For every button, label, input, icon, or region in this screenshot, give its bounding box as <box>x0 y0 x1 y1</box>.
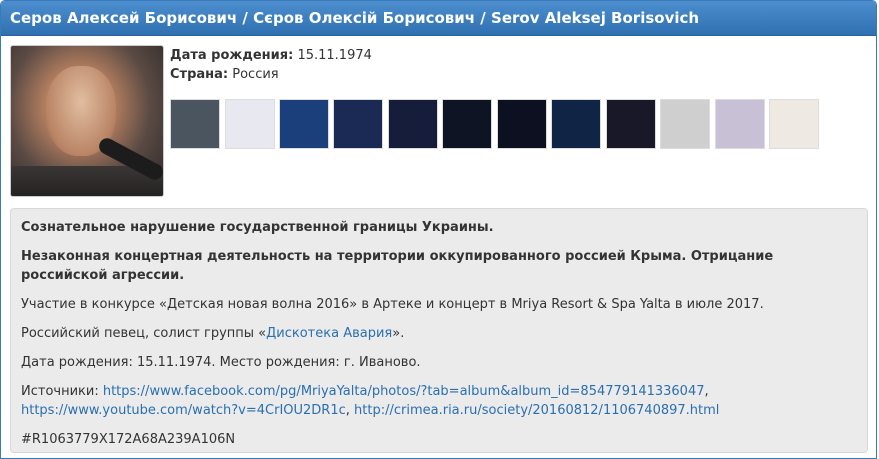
details-panel: Сознательное нарушение государственной г… <box>10 208 868 453</box>
sources-paragraph: Источники: https://www.facebook.com/pg/M… <box>21 382 858 420</box>
profile-info: Дата рождения: 15.11.1974 Страна: Россия <box>170 46 372 84</box>
gallery-thumbnail[interactable] <box>769 99 819 149</box>
profile-photo[interactable] <box>10 45 164 197</box>
bio-paragraph: Российский певец, солист группы «Дискоте… <box>21 324 858 343</box>
gallery-thumbnail[interactable] <box>606 99 656 149</box>
gallery-thumbnail[interactable] <box>388 99 438 149</box>
gallery-thumbnail[interactable] <box>225 99 275 149</box>
gallery-thumbnail[interactable] <box>497 99 547 149</box>
sources-label: Источники: <box>21 384 103 399</box>
sources-separator: , <box>345 403 355 418</box>
gallery-thumbnail[interactable] <box>333 99 383 149</box>
source-link-youtube[interactable]: https://www.youtube.com/watch?v=4CrIOU2D… <box>21 403 346 418</box>
card-header: Серов Алексей Борисович / Сєров Олексій … <box>1 1 876 36</box>
sources-separator: , <box>704 384 709 399</box>
activity-title: Незаконная концертная деятельность на те… <box>21 249 774 283</box>
person-card: Серов Алексей Борисович / Сєров Олексій … <box>0 0 877 459</box>
bio-text: Российский певец, солист группы « <box>21 326 267 341</box>
country-value: Россия <box>232 67 279 82</box>
birth-details: Дата рождения: 15.11.1974. Место рождени… <box>21 355 421 370</box>
country-label: Страна: <box>170 67 229 82</box>
gallery-thumbnail[interactable] <box>660 99 710 149</box>
birth-date-row: Дата рождения: 15.11.1974 <box>170 46 372 65</box>
bio-text-end: ». <box>392 326 405 341</box>
profile-summary: Дата рождения: 15.11.1974 Страна: Россия <box>1 36 876 198</box>
source-link-ria[interactable]: http://crimea.ria.ru/society/20160812/11… <box>354 403 719 418</box>
gallery-thumbnail[interactable] <box>442 99 492 149</box>
gallery-thumbnail[interactable] <box>170 99 220 149</box>
birth-date-value: 15.11.1974 <box>297 48 372 63</box>
gallery-thumbnail[interactable] <box>279 99 329 149</box>
violation-title: Сознательное нарушение государственной г… <box>21 220 494 235</box>
event-description: Участие в конкурсе «Детская новая волна … <box>21 297 764 312</box>
source-link-facebook[interactable]: https://www.facebook.com/pg/MriyaYalta/p… <box>103 384 705 399</box>
country-row: Страна: Россия <box>170 65 372 84</box>
birth-date-label: Дата рождения: <box>170 48 294 63</box>
gallery-thumbnail[interactable] <box>551 99 601 149</box>
record-code: #R1063779X172A68A239A106N <box>21 432 236 447</box>
gallery-thumbnail[interactable] <box>715 99 765 149</box>
band-link[interactable]: Дискотека Авария <box>266 326 392 341</box>
